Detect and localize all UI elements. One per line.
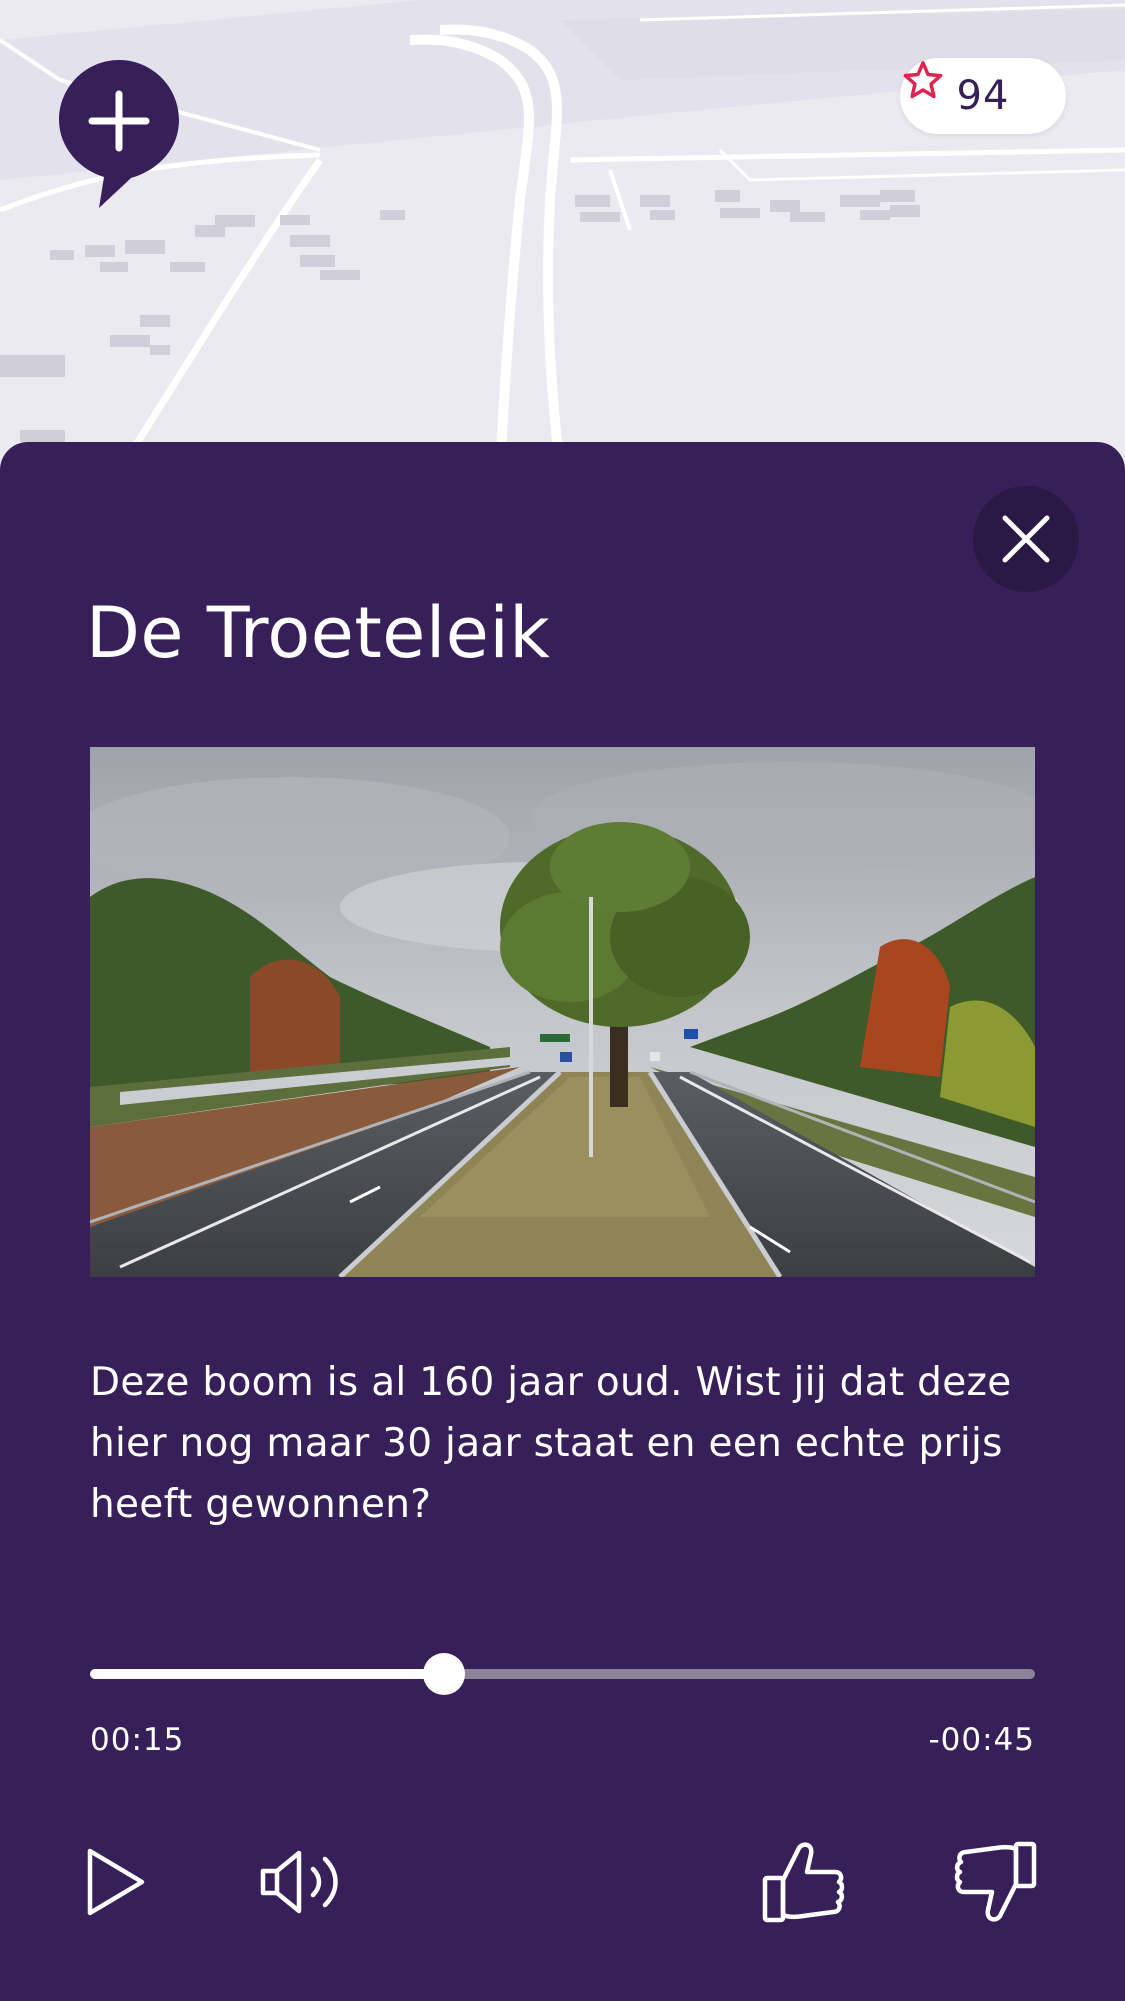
- story-photo: [90, 747, 1035, 1277]
- add-location-button[interactable]: [59, 60, 179, 208]
- close-button[interactable]: [973, 486, 1079, 592]
- play-icon: [87, 1848, 145, 1916]
- story-description: Deze boom is al 160 jaar oud. Wist jij d…: [90, 1360, 1012, 1527]
- story-sheet: De Troeteleik Deze boom is al 160 jaar o…: [0, 442, 1125, 2001]
- plus-pin-icon: [59, 60, 179, 208]
- play-button[interactable]: [66, 1832, 166, 1932]
- highway-tree-photo: [90, 747, 1035, 1277]
- remaining-time: -00:45: [928, 1722, 1035, 1758]
- audio-progress-fill: [90, 1669, 445, 1679]
- volume-button[interactable]: [254, 1832, 354, 1932]
- audio-progress-slider[interactable]: [90, 1653, 1035, 1695]
- story-title: De Troeteleik: [86, 592, 551, 674]
- audio-progress-knob[interactable]: [423, 1653, 466, 1695]
- thumbs-down-icon: [954, 1841, 1037, 1922]
- elapsed-time: 00:15: [90, 1722, 185, 1758]
- thumbs-up-icon: [762, 1842, 845, 1923]
- star-icon: [903, 61, 943, 99]
- like-button[interactable]: [754, 1832, 854, 1932]
- close-icon: [1002, 515, 1050, 563]
- points-count: 94: [956, 73, 1010, 119]
- volume-icon: [260, 1850, 338, 1914]
- dislike-button[interactable]: [945, 1832, 1045, 1932]
- points-badge[interactable]: 94: [900, 58, 1066, 134]
- map-view[interactable]: 94: [0, 0, 1125, 470]
